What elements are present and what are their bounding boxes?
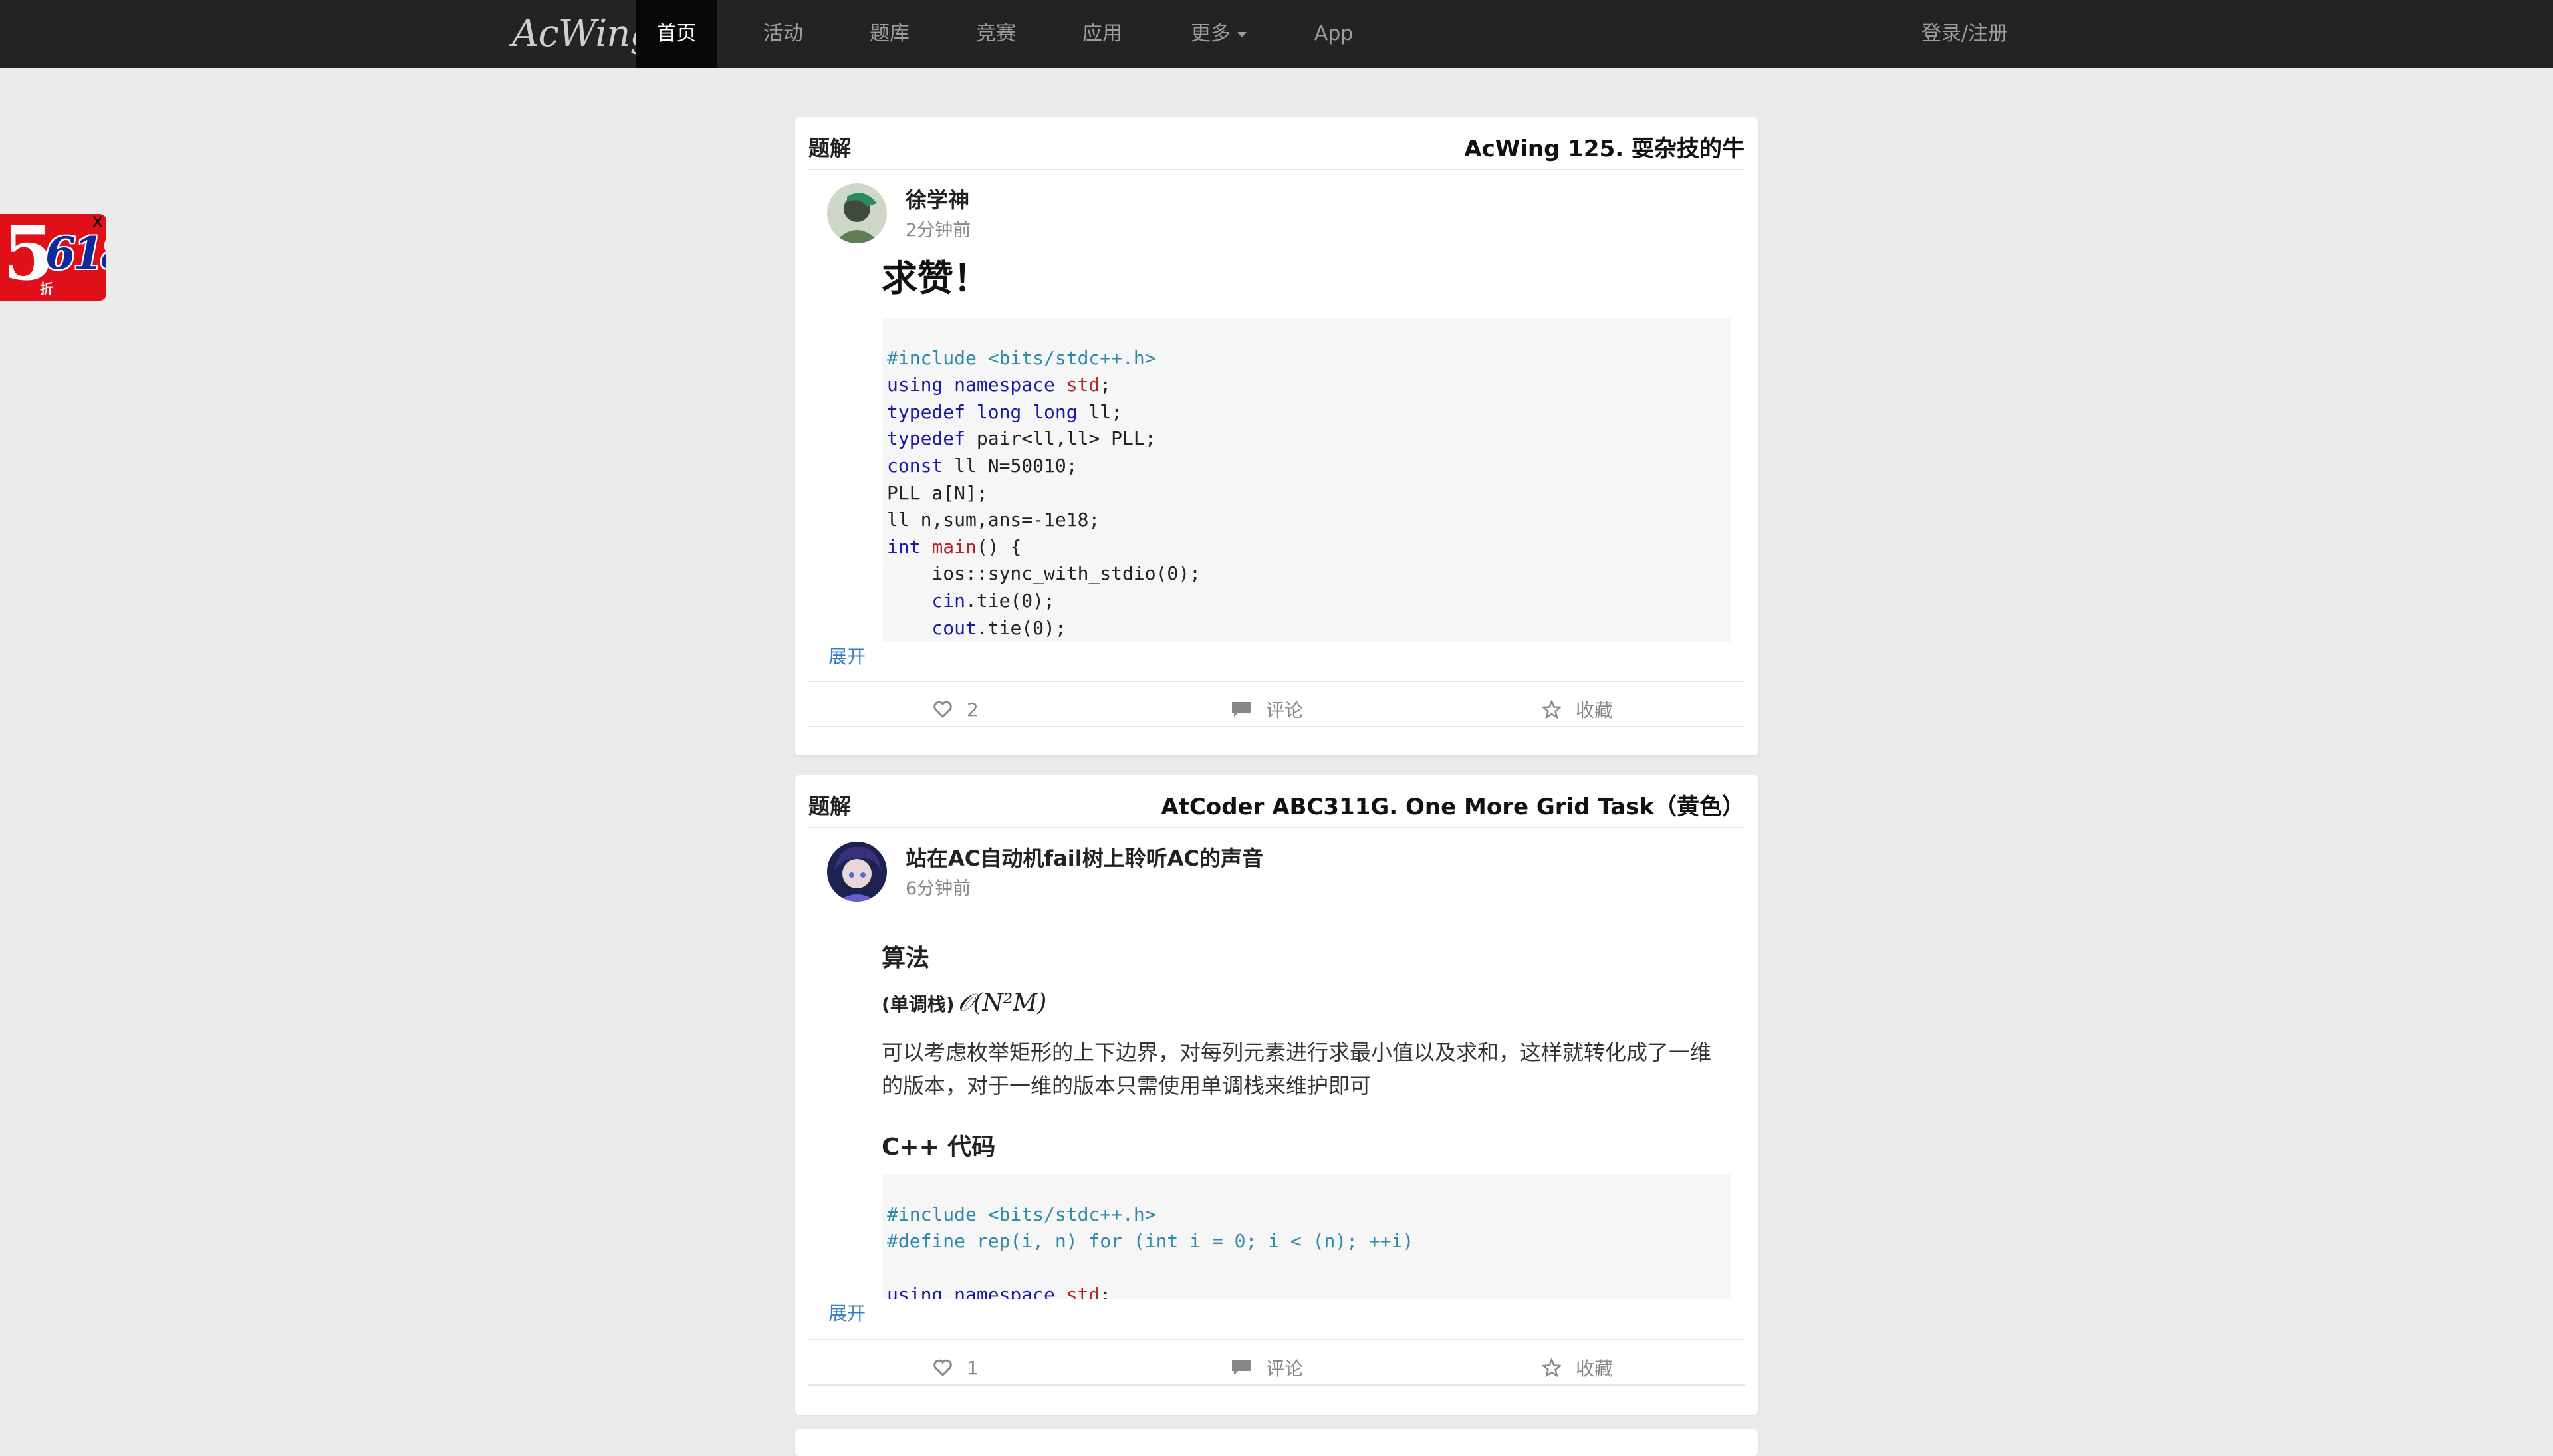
post-card: 题解 AtCoder ABC311G. One More Grid Task（黄… xyxy=(795,775,1758,1415)
code-line: #include <bits/stdc++.h> xyxy=(887,1203,1156,1225)
code-line: ll n,sum,ans=-1e18; xyxy=(887,509,1100,531)
post-tag[interactable]: 题解 xyxy=(808,790,851,820)
card-header: 题解 AcWing 125. 耍杂技的牛 xyxy=(808,117,1745,170)
comment-label: 评论 xyxy=(1266,699,1304,721)
like-button[interactable]: 2 xyxy=(933,693,979,726)
divider xyxy=(808,681,1745,682)
code-line: cout.tie(0); xyxy=(931,616,1066,639)
algo-description: 可以考虑枚举矩形的上下边界，对每列元素进行求最小值以及求和，这样就转化成了一维的… xyxy=(882,1040,1712,1098)
expand-link[interactable]: 展开 xyxy=(828,642,866,669)
top-navbar: AcWing 首页 活动 题库 竞赛 应用 更多 App 登录/注册 xyxy=(0,0,2553,68)
heart-icon xyxy=(933,701,952,718)
nav-item-more[interactable]: 更多 xyxy=(1175,0,1262,68)
code-block: #include <bits/stdc++.h> #define rep(i, n… xyxy=(882,1174,1731,1299)
avatar[interactable] xyxy=(827,183,887,243)
favorite-button[interactable]: 收藏 xyxy=(1542,693,1613,726)
brand-logo[interactable]: AcWing xyxy=(512,0,654,68)
divider xyxy=(808,726,1745,727)
nav-item-apps[interactable]: 应用 xyxy=(1062,0,1142,68)
comment-button[interactable]: 评论 xyxy=(1231,1351,1303,1384)
comment-icon xyxy=(1232,1360,1251,1375)
post-card xyxy=(795,1429,1758,1456)
promo-618: 618 xyxy=(45,227,106,279)
like-count: 1 xyxy=(967,1356,979,1379)
heart-icon xyxy=(933,1359,952,1376)
complexity-formula: 𝒪(N²M) xyxy=(957,989,1047,1017)
promo-badge[interactable]: 5 618 折 xyxy=(0,214,106,301)
divider xyxy=(808,1339,1745,1340)
promo-discount-label: 折 xyxy=(40,281,53,297)
author-name[interactable]: 站在AC自动机fail树上聆听AC的声音 xyxy=(906,842,1263,872)
code-line: cin.tie(0); xyxy=(931,589,1055,612)
expand-link[interactable]: 展开 xyxy=(828,1299,866,1326)
card-header: 题解 AtCoder ABC311G. One More Grid Task（黄… xyxy=(808,775,1745,828)
post-heading: 求赞！ xyxy=(882,257,989,299)
avatar[interactable] xyxy=(827,842,887,902)
favorite-label: 收藏 xyxy=(1576,699,1614,721)
post-title[interactable]: AcWing 125. 耍杂技的牛 xyxy=(1464,130,1745,163)
code-line: PLL a[N]; xyxy=(887,481,988,504)
nav-item-home[interactable]: 首页 xyxy=(636,0,717,68)
algo-label: (单调栈) xyxy=(882,993,955,1015)
section-heading-algorithm: 算法 xyxy=(882,945,930,972)
code-line: using namespace std; xyxy=(887,374,1112,396)
post-title[interactable]: AtCoder ABC311G. One More Grid Task（黄色） xyxy=(1161,789,1745,821)
post-time: 6分钟前 xyxy=(906,878,971,899)
code-block: #include <bits/stdc++.h> using namespace … xyxy=(882,318,1731,642)
nav-item-contest[interactable]: 竞赛 xyxy=(956,0,1036,68)
like-count: 2 xyxy=(967,698,979,721)
post-tag[interactable]: 题解 xyxy=(808,132,851,162)
section-heading-code: C++ 代码 xyxy=(882,1134,996,1161)
code-line: #include <bits/stdc++.h> xyxy=(887,346,1156,369)
like-button[interactable]: 1 xyxy=(933,1351,979,1384)
nav-more-label: 更多 xyxy=(1191,22,1231,45)
comment-icon xyxy=(1232,702,1251,717)
nav-item-problems[interactable]: 题库 xyxy=(850,0,929,68)
post-card: 题解 AcWing 125. 耍杂技的牛 徐学神 2分钟前 求赞！ #inclu… xyxy=(795,117,1758,755)
comment-button[interactable]: 评论 xyxy=(1231,693,1303,726)
post-time: 2分钟前 xyxy=(906,220,971,241)
code-line: typedef pair<ll,ll> PLL; xyxy=(887,427,1156,450)
nav-item-activity[interactable]: 活动 xyxy=(743,0,823,68)
code-line: typedef long long ll; xyxy=(887,400,1123,423)
code-line: ios::sync_with_stdio(0); xyxy=(887,562,1201,585)
caret-down-icon xyxy=(1237,31,1247,37)
favorite-label: 收藏 xyxy=(1576,1358,1614,1380)
star-icon xyxy=(1542,1358,1561,1377)
code-line: int main() { xyxy=(887,535,1022,558)
code-line: using namespace std; xyxy=(887,1284,1112,1299)
author-name[interactable]: 徐学神 xyxy=(906,183,969,214)
nav-item-app[interactable]: App xyxy=(1294,0,1374,68)
code-line: #define rep(i, n) for (int i = 0; i < (n… xyxy=(887,1230,1414,1253)
login-register-link[interactable]: 登录/注册 xyxy=(1901,0,2028,68)
code-line: const ll N=50010; xyxy=(887,454,1078,477)
close-icon[interactable]: x xyxy=(92,211,104,231)
divider xyxy=(808,1384,1745,1386)
star-icon xyxy=(1542,700,1561,719)
comment-label: 评论 xyxy=(1266,1358,1304,1380)
favorite-button[interactable]: 收藏 xyxy=(1542,1351,1613,1384)
algo-complexity: (单调栈) 𝒪(N²M) xyxy=(882,989,1731,1017)
